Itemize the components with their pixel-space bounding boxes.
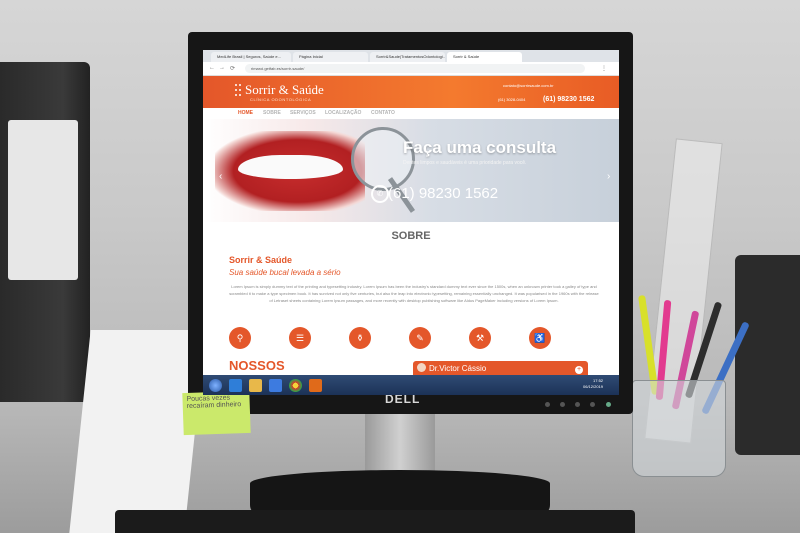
banner-phone: (61) 98230 1562 [388, 185, 499, 202]
keyboard [115, 510, 635, 533]
chat-expand-icon[interactable]: + [575, 366, 583, 374]
about-name: Sorrir & Saúde [229, 255, 293, 265]
chair-icon[interactable]: ♿ [529, 327, 551, 349]
power-button [606, 402, 611, 407]
whatsapp-icon: ✆ [371, 185, 389, 203]
forward-icon[interactable]: → [219, 65, 225, 71]
clock-date: 06/12/2019 [583, 384, 604, 389]
right-device [735, 255, 800, 455]
teeth-image [238, 155, 343, 179]
address-bar[interactable]: rimaroi.getfab.es/sorrir-saude/ [245, 64, 585, 73]
tools-icon[interactable]: ⚒ [469, 327, 491, 349]
screen: MedLife Brasil | Seguros, Saúde e... Pág… [203, 50, 619, 395]
menu-item-servicos[interactable]: SERVIÇOS [290, 110, 316, 116]
left-device-panel [8, 120, 78, 280]
header-email[interactable]: contato@sorrirsaude.com.br [503, 83, 554, 88]
monitor-stand [365, 412, 435, 472]
braces-icon[interactable]: ☰ [289, 327, 311, 349]
pen-cup [632, 380, 726, 477]
section-title: SOBRE [391, 230, 431, 242]
folder-icon[interactable] [249, 379, 262, 392]
taskbar-clock: 17:52 06/12/2019 [583, 378, 603, 390]
banner-title: Faça uma consulta [403, 138, 557, 157]
reload-icon[interactable]: ⟳ [230, 65, 235, 72]
menu-item-localizacao[interactable]: LOCALIZAÇÃO [325, 110, 361, 116]
menu-item-sobre[interactable]: SOBRE [263, 110, 281, 116]
hero-banner: Faça uma consulta Dentes limpos e saudáv… [203, 119, 619, 222]
header-phone: (61) 98230 1562 [543, 96, 595, 103]
logo-dots-icon [235, 84, 242, 98]
chat-name[interactable]: Dr.Victor Cássio [429, 364, 486, 373]
dental-mirror-image [351, 127, 415, 191]
monitor-button [590, 402, 595, 407]
browser-tab[interactable]: MedLife Brasil | Seguros, Saúde e... [211, 52, 291, 62]
banner-subtitle: Dentes limpos e saudáveis é uma priorida… [403, 160, 527, 166]
brush-icon[interactable]: ✎ [409, 327, 431, 349]
back-icon[interactable]: ← [209, 65, 215, 71]
monitor-button [560, 402, 565, 407]
slider-prev-icon[interactable]: ‹ [219, 171, 222, 182]
about-text: Lorem Ipsum is simply dummy text of the … [229, 284, 599, 303]
chrome-icon[interactable] [289, 379, 302, 392]
menu-item-contato[interactable]: CONTATO [371, 110, 395, 116]
tooth-icon[interactable]: ⚲ [229, 327, 251, 349]
sticky-note-line: recaíram dinheiro [186, 401, 242, 411]
slider-next-icon[interactable]: › [607, 171, 610, 182]
about-slogan: Sua saúde bucal levada a sério [229, 268, 341, 277]
implant-icon[interactable]: ⚱ [349, 327, 371, 349]
monitor-base [250, 470, 550, 515]
app-orange-icon[interactable] [309, 379, 322, 392]
ie-icon[interactable] [229, 379, 242, 392]
avatar [417, 363, 426, 372]
sticky-note: Poucas vezes recaíram dinheiro [182, 390, 251, 436]
start-icon[interactable] [209, 379, 222, 392]
menu-item-home[interactable]: HOME [238, 110, 253, 116]
monitor-button [545, 402, 550, 407]
site-brand[interactable]: Sorrir & Saúde [245, 82, 324, 98]
monitor-button [575, 402, 580, 407]
menu-icon[interactable]: ⋮ [601, 65, 607, 72]
next-section-title: NOSSOS [229, 358, 285, 373]
browser-tab[interactable]: Sorrir&Saude|TratamentosOdontologi... [370, 52, 445, 62]
browser-tab[interactable]: Página Inicial [293, 52, 368, 62]
site-tagline: CLÍNICA ODONTOLÓGICA [250, 97, 312, 102]
taskbar [203, 375, 619, 395]
browser-tab-active[interactable]: Sorrir & Saúde [447, 52, 522, 62]
app-icon[interactable] [269, 379, 282, 392]
header-phone-small: (61) 3028-0404 [498, 97, 526, 102]
